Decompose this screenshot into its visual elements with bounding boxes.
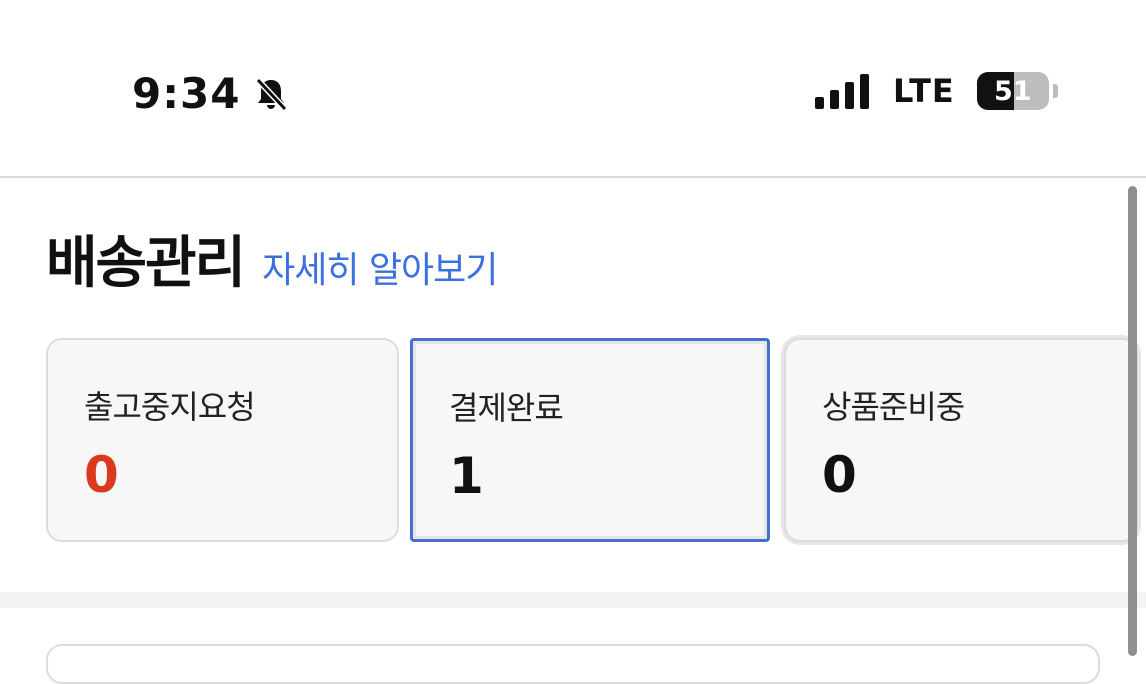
shipping-management-section: 배송관리 자세히 알아보기 출고중지요청 0 결제완료 1 상품준비중 0: [0, 178, 1146, 684]
card-payment-complete[interactable]: 결제완료 1: [410, 338, 770, 542]
section-header: 배송관리 자세히 알아보기: [46, 218, 498, 299]
card-count: 1: [449, 447, 484, 505]
status-right: LTE 51: [815, 72, 1058, 110]
battery-icon: 51: [976, 72, 1049, 110]
time-group: 9:34: [132, 68, 290, 120]
clock-time: 9:34: [132, 69, 241, 118]
battery-level: 51: [993, 75, 1032, 107]
network-type: LTE: [893, 72, 955, 110]
card-label: 상품준비중: [822, 388, 965, 426]
card-label: 결제완료: [449, 389, 564, 427]
status-bar: 9:34 LTE 51: [0, 0, 1146, 178]
next-card[interactable]: [46, 644, 1100, 684]
battery-nub: [1052, 84, 1058, 98]
card-preparing-product[interactable]: 상품준비중 0: [784, 338, 1138, 542]
learn-more-link[interactable]: 자세히 알아보기: [262, 241, 498, 293]
bell-slash-icon: [252, 75, 290, 113]
cellular-signal-icon: [815, 74, 869, 109]
page-title: 배송관리: [46, 231, 246, 296]
card-shipment-stop-request[interactable]: 출고중지요청 0: [46, 338, 399, 542]
card-label: 출고중지요청: [84, 388, 256, 426]
card-count: 0: [84, 446, 119, 504]
card-count: 0: [822, 446, 857, 504]
scrollbar[interactable]: [1128, 186, 1137, 656]
section-divider: [0, 592, 1146, 608]
